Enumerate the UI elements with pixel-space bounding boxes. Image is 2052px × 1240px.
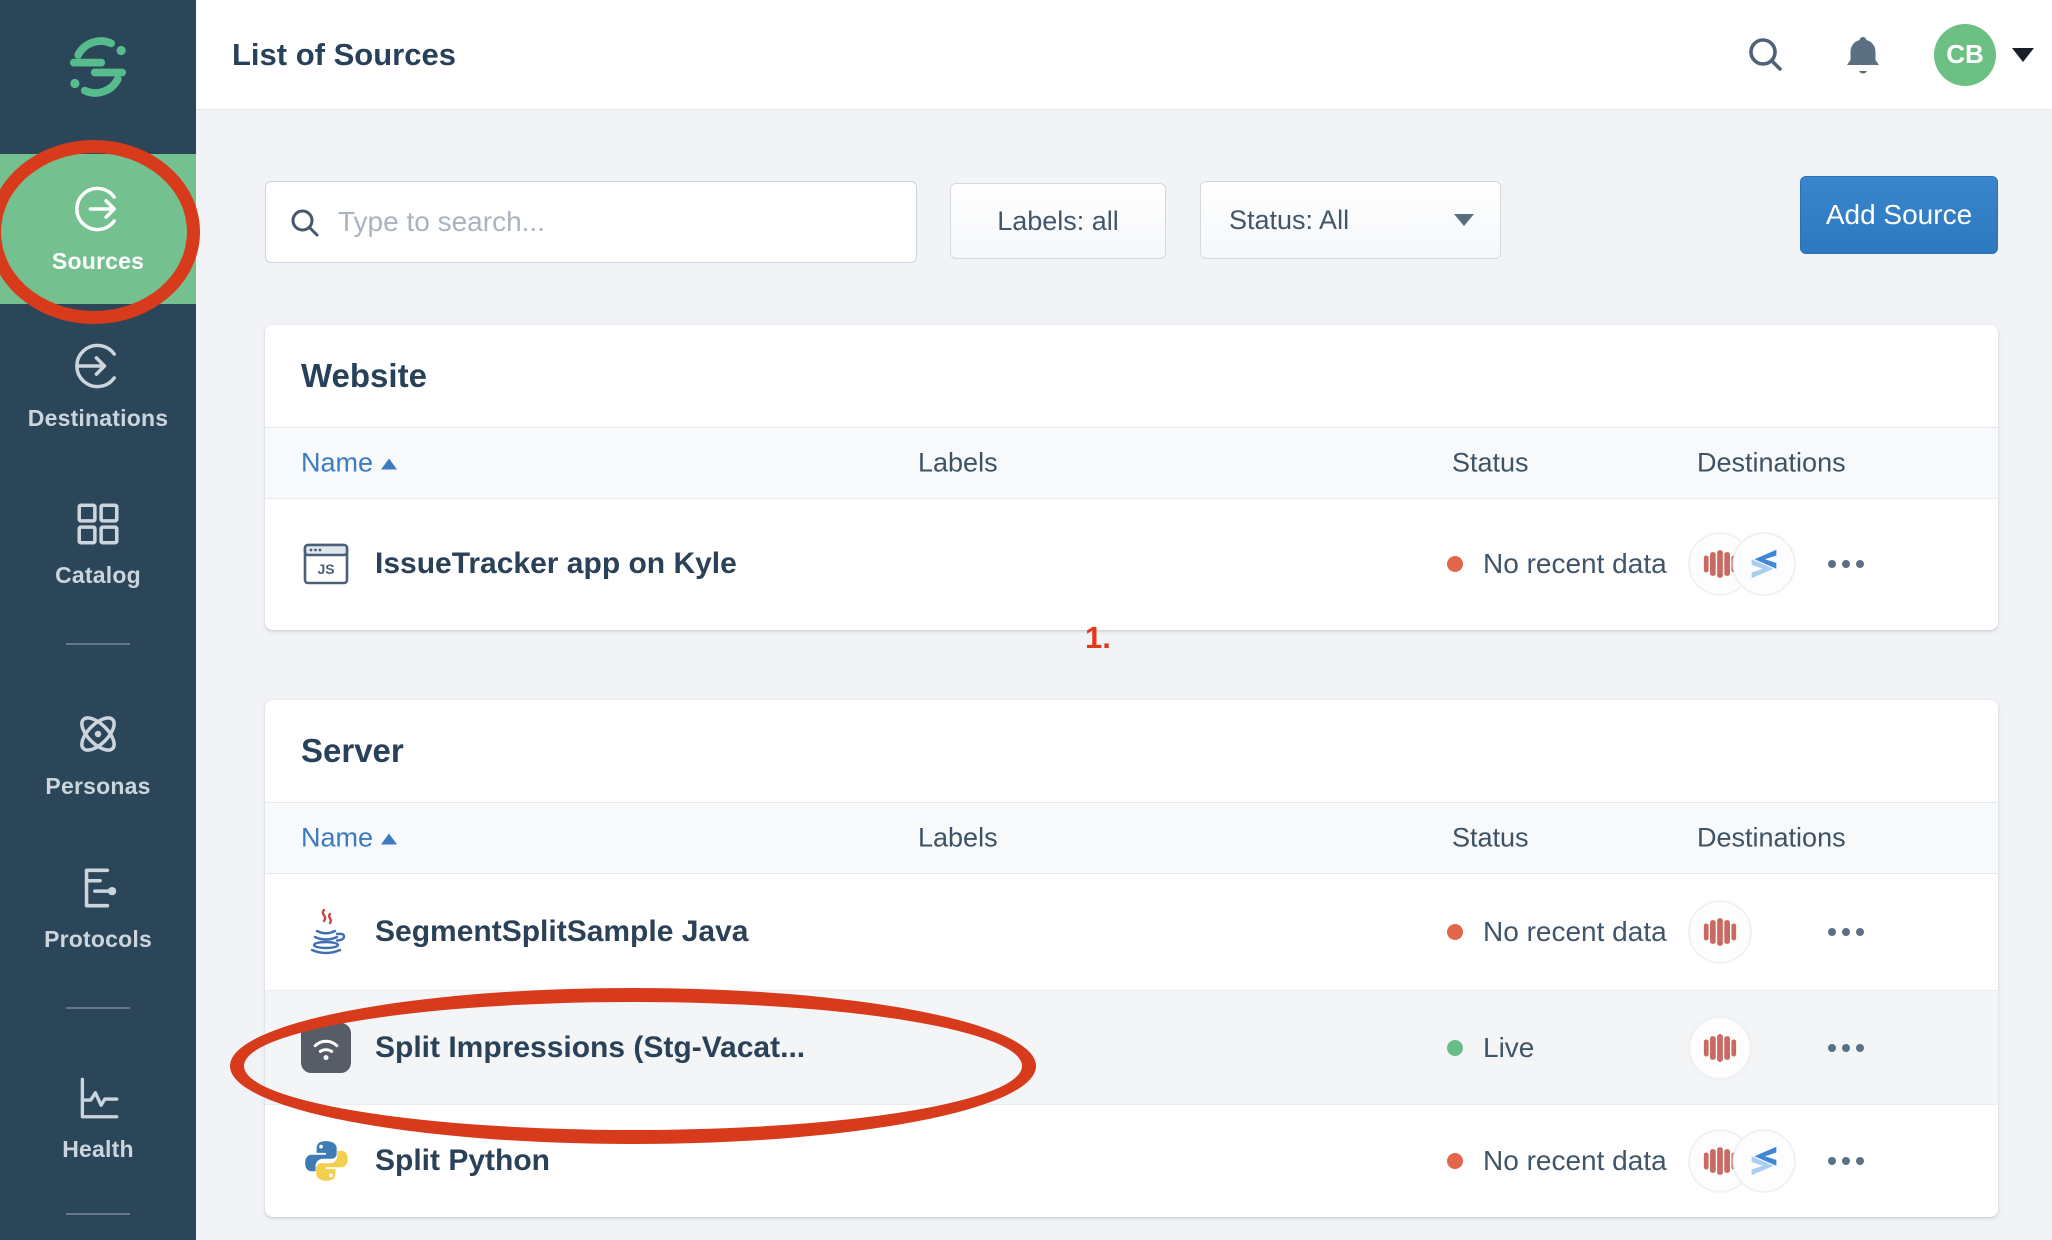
java-icon [301, 907, 351, 957]
status-dot [1447, 1040, 1463, 1056]
status-text: Live [1483, 1032, 1534, 1064]
labels-filter-label: Labels: all [997, 206, 1119, 237]
column-header-status: Status [1452, 823, 1529, 854]
sidebar-divider [66, 1213, 130, 1215]
status-cell: Live [1447, 1032, 1534, 1064]
column-header-destinations: Destinations [1697, 823, 1846, 854]
sidebar-item-label: Sources [52, 248, 144, 275]
column-header-name[interactable]: Name [301, 448, 397, 479]
sidebar-item-personas[interactable]: Personas [0, 698, 196, 810]
row-menu-ellipsis-icon[interactable] [1820, 1033, 1872, 1063]
column-header-labels: Labels [918, 823, 998, 854]
status-cell: No recent data [1447, 916, 1667, 948]
personas-icon [72, 708, 124, 760]
status-text: No recent data [1483, 1145, 1667, 1177]
sidebar-item-label: Destinations [28, 405, 168, 432]
sidebar-item-label: Personas [45, 773, 150, 800]
protocols-icon [73, 863, 123, 913]
table-row[interactable]: Split Python No recent data [265, 1105, 1998, 1216]
sources-icon [72, 183, 124, 235]
top-header: List of Sources CB [196, 0, 2052, 110]
redshift-destination-icon[interactable] [1689, 1017, 1751, 1079]
source-name[interactable]: SegmentSplitSample Java [375, 915, 748, 949]
section-title: Server [301, 700, 404, 802]
source-name[interactable]: Split Python [375, 1144, 550, 1178]
table-row[interactable]: Split Impressions (Stg-Vacat... Live [265, 991, 1998, 1105]
status-dot [1447, 1153, 1463, 1169]
table-row[interactable]: JS IssueTracker app on Kyle No recent da… [265, 499, 1998, 629]
health-icon [73, 1073, 123, 1123]
split-destination-icon[interactable] [1733, 533, 1795, 595]
sidebar-item-sources[interactable]: Sources [0, 154, 196, 304]
sidebar-item-destinations[interactable]: Destinations [0, 330, 196, 442]
notifications-bell-icon[interactable] [1840, 32, 1886, 78]
sidebar-item-catalog[interactable]: Catalog [0, 488, 196, 600]
sidebar-item-label: Protocols [44, 926, 152, 953]
redshift-destination-icon[interactable] [1689, 901, 1751, 963]
table-header: Name Labels Status Destinations [265, 802, 1998, 874]
status-dot [1447, 556, 1463, 572]
status-cell: No recent data [1447, 548, 1667, 580]
segment-logo-icon[interactable] [0, 34, 196, 100]
add-source-button[interactable]: Add Source [1800, 176, 1998, 254]
server-section-card: Server Name Labels Status Destinations S… [265, 700, 1998, 1217]
row-menu-ellipsis-icon[interactable] [1820, 1146, 1872, 1176]
sidebar-item-health[interactable]: Health [0, 1062, 196, 1174]
website-section-card: Website Name Labels Status Destinations … [265, 325, 1998, 630]
destinations-icon [72, 340, 124, 392]
sort-asc-icon [381, 834, 397, 845]
column-header-destinations: Destinations [1697, 448, 1846, 479]
sidebar-divider [66, 1007, 130, 1009]
table-row[interactable]: SegmentSplitSample Java No recent data [265, 874, 1998, 991]
status-dot [1447, 924, 1463, 940]
dropdown-caret-icon [1454, 214, 1474, 226]
sort-asc-icon [381, 459, 397, 470]
column-header-labels: Labels [918, 448, 998, 479]
status-cell: No recent data [1447, 1145, 1667, 1177]
python-icon [301, 1136, 351, 1186]
sidebar-item-protocols[interactable]: Protocols [0, 852, 196, 964]
avatar-initials: CB [1946, 39, 1984, 70]
sidebar-item-label: Catalog [55, 562, 141, 589]
status-text: No recent data [1483, 916, 1667, 948]
account-caret-down-icon[interactable] [2012, 48, 2034, 62]
split-destination-icon[interactable] [1733, 1130, 1795, 1192]
catalog-icon [73, 499, 123, 549]
labels-filter-button[interactable]: Labels: all [950, 183, 1166, 259]
column-header-status: Status [1452, 448, 1529, 479]
status-filter-dropdown[interactable]: Status: All [1200, 181, 1501, 259]
search-input-icon [288, 206, 322, 240]
column-header-name[interactable]: Name [301, 823, 397, 854]
row-menu-ellipsis-icon[interactable] [1820, 549, 1872, 579]
status-text: No recent data [1483, 548, 1667, 580]
page-title: List of Sources [232, 37, 456, 73]
source-search [265, 181, 917, 263]
search-input[interactable] [338, 182, 898, 262]
javascript-browser-icon: JS [301, 539, 351, 589]
sidebar-item-label: Health [62, 1136, 134, 1163]
wifi-device-icon [301, 1023, 351, 1073]
table-header: Name Labels Status Destinations [265, 427, 1998, 499]
search-icon[interactable] [1744, 33, 1788, 77]
source-name[interactable]: IssueTracker app on Kyle [375, 547, 737, 581]
sidebar-divider [66, 643, 130, 645]
status-filter-label: Status: All [1229, 205, 1349, 236]
row-menu-ellipsis-icon[interactable] [1820, 917, 1872, 947]
avatar[interactable]: CB [1934, 24, 1996, 86]
sidebar: Sources Destinations Catalog [0, 0, 196, 1240]
svg-text:JS: JS [317, 561, 334, 577]
source-name[interactable]: Split Impressions (Stg-Vacat... [375, 1031, 805, 1065]
section-title: Website [301, 325, 427, 427]
